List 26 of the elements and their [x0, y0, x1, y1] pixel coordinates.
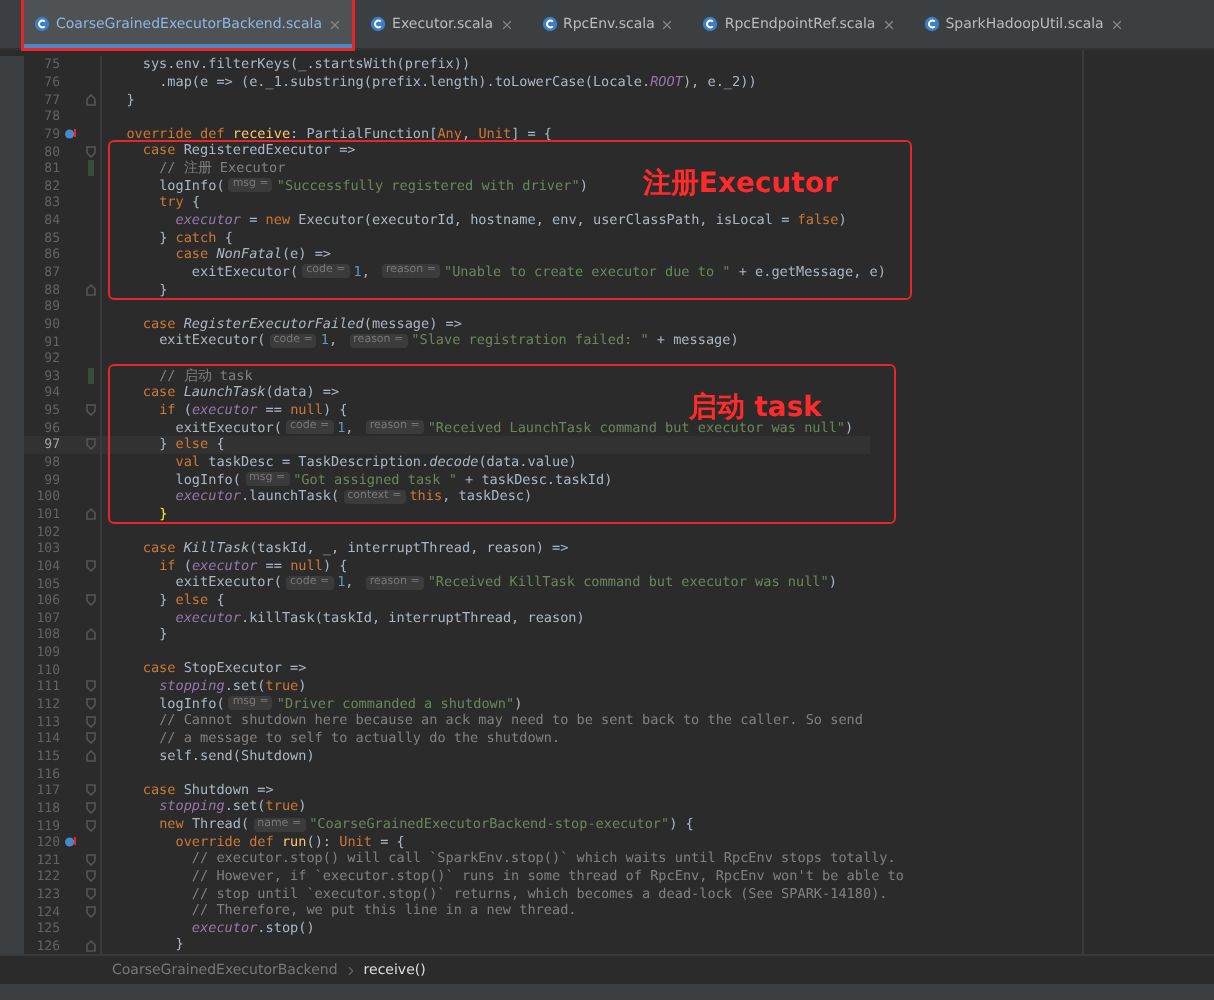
- chevron-icon: [343, 963, 358, 977]
- file-icon: [34, 16, 50, 32]
- close-icon[interactable]: [1109, 17, 1124, 31]
- fold-icon[interactable]: [85, 559, 95, 572]
- fold-icon[interactable]: [85, 283, 95, 296]
- fold-icon[interactable]: [85, 438, 95, 451]
- fold-icon[interactable]: [85, 145, 95, 158]
- close-icon[interactable]: [660, 17, 675, 31]
- fold-icon[interactable]: [85, 594, 95, 607]
- file-icon: [370, 16, 387, 32]
- file-icon: [923, 16, 940, 32]
- change-marker-icon: [87, 367, 93, 384]
- file-icon: [702, 16, 719, 32]
- fold-icon[interactable]: [85, 93, 95, 106]
- fold-icon[interactable]: [85, 628, 95, 641]
- fold-icon[interactable]: [85, 507, 95, 520]
- close-icon[interactable]: [881, 17, 896, 31]
- close-icon[interactable]: [328, 17, 343, 31]
- close-icon[interactable]: [499, 17, 513, 31]
- fold-icon[interactable]: [85, 404, 95, 417]
- annotation-label: 注册Executor: [642, 166, 838, 203]
- override-icon[interactable]: [63, 836, 77, 849]
- fold-icon[interactable]: [85, 939, 95, 952]
- file-icon: [541, 16, 557, 32]
- change-marker-icon: [87, 160, 93, 177]
- override-icon[interactable]: [63, 127, 77, 140]
